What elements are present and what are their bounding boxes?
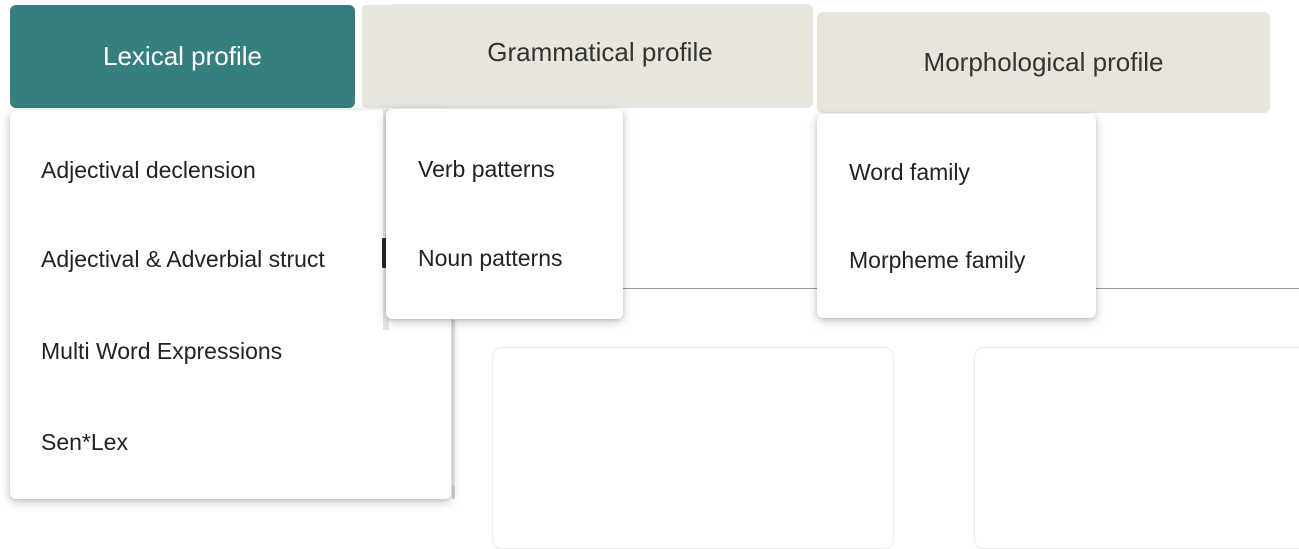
menu-item-morpheme-family[interactable]: Morpheme family	[849, 247, 1025, 274]
menu-item-senlex[interactable]: Sen*Lex	[41, 429, 128, 456]
tab-lexical-profile-label: Lexical profile	[103, 41, 262, 71]
tab-morphological-profile[interactable]: Morphological profile	[817, 12, 1270, 113]
content-card	[974, 347, 1299, 549]
tab-lexical-profile[interactable]: Lexical profile	[10, 5, 355, 108]
tab-grammatical-profile-label: Grammatical profile	[487, 36, 713, 67]
menu-item-multi-word-expressions[interactable]: Multi Word Expressions	[41, 338, 282, 365]
menu-item-adjectival-adverbial-structures[interactable]: Adjectival & Adverbial struct	[41, 246, 325, 273]
content-card	[492, 347, 894, 549]
tab-morphological-profile-label: Morphological profile	[923, 47, 1164, 77]
content-left-rule	[452, 320, 455, 499]
morphological-profile-menu: Word family Morpheme family	[817, 114, 1096, 318]
grammatical-profile-menu: Verb patterns Noun patterns	[386, 109, 623, 319]
menu-item-word-family[interactable]: Word family	[849, 159, 970, 186]
menu-item-verb-patterns[interactable]: Verb patterns	[418, 156, 555, 183]
content-left-rule-accent	[452, 486, 455, 499]
menu-item-noun-patterns[interactable]: Noun patterns	[418, 245, 562, 272]
menu-item-adjectival-declension[interactable]: Adjectival declension	[41, 157, 256, 184]
tab-grammatical-profile[interactable]: Grammatical profile	[387, 4, 813, 108]
